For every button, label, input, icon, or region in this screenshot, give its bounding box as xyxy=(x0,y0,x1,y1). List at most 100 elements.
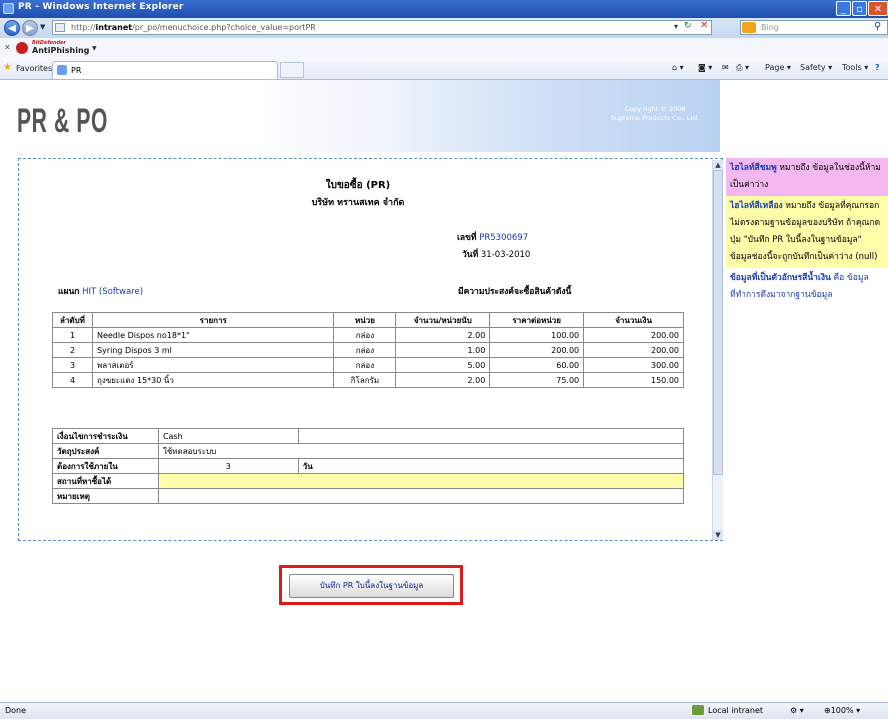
zone-label: Local intranet xyxy=(708,706,764,715)
table-row: 3 พลาสเตอร์ กล่อง 5.00 60.00 300.00 xyxy=(52,357,684,373)
tab-page-icon xyxy=(57,65,67,75)
pr-date-label: วันที่ xyxy=(462,250,479,260)
col-header-amount: จำนวนเงิน xyxy=(583,312,684,328)
items-header-row: ลำดับที่ รายการ หน่วย จำนวน/หน่วยนับ ราค… xyxy=(52,312,684,328)
document-title: ใบขอซื้อ (PR) xyxy=(325,180,391,191)
col-header-qty: จำนวน/หน่วยนับ xyxy=(395,312,491,328)
ie-icon xyxy=(3,3,14,14)
pr-date-value: 31-03-2010 xyxy=(480,250,531,260)
copyright-line1: Copy right © 2006 xyxy=(624,105,686,113)
pr-number-value: PR5300697 xyxy=(479,233,529,243)
refresh-icon[interactable]: ↻ xyxy=(684,21,692,31)
scroll-thumb[interactable] xyxy=(713,170,723,475)
legend-pink: ไฮไลท์สีชมพู หมายถึง ข้อมูลในช่องนี้ห้าม… xyxy=(726,158,888,196)
needed-value: 3 xyxy=(157,458,299,474)
table-row: 2 Syring Dispos 3 ml กล่อง 1.00 200.00 2… xyxy=(52,342,684,358)
page-icon xyxy=(55,23,65,32)
item-amount: 300.00 xyxy=(583,357,684,373)
tab-pr[interactable]: PR xyxy=(52,61,278,79)
status-bar: Done Local intranet ⚙ ▾ ⊕100% ▾ xyxy=(0,702,888,719)
close-icon[interactable]: ✕ xyxy=(868,1,888,16)
terms-row: เงื่อนไขการชำระเงิน Cash xyxy=(52,428,685,444)
url-prefix: http:// xyxy=(71,23,96,32)
protected-mode-icon[interactable]: ⚙ ▾ xyxy=(790,706,804,715)
table-row: 4 ถุงขยะแดง 15*30 นิ้ว กิโลกรัม 2.00 75.… xyxy=(52,372,684,388)
terms-spacer xyxy=(297,428,685,444)
source-value xyxy=(157,473,685,489)
safety-menu[interactable]: Safety ▾ xyxy=(800,63,832,72)
forward-icon[interactable]: ▶ xyxy=(22,20,38,36)
note-value xyxy=(157,488,685,504)
copyright: Copy right © 2006 Supreme Products Co., … xyxy=(590,105,720,123)
scroll-up-icon[interactable]: ▲ xyxy=(713,160,723,170)
item-qty: 2.00 xyxy=(395,372,491,388)
favorites-button[interactable]: Favorites xyxy=(16,64,52,73)
print-icon[interactable]: ⎙ ▾ xyxy=(736,63,749,73)
zoom-control[interactable]: ⊕100% ▾ xyxy=(824,706,860,715)
pr-number-label: เลขที่ xyxy=(457,233,477,243)
close-toolbar-icon[interactable]: ✕ xyxy=(4,43,11,52)
item-no: 4 xyxy=(52,372,93,388)
table-row: 1 Needle Dispos no18*1" กล่อง 2.00 100.0… xyxy=(52,327,684,343)
item-no: 2 xyxy=(52,342,93,358)
item-unit: กล่อง xyxy=(333,342,397,358)
search-box[interactable]: Bing xyxy=(740,20,888,35)
address-dropdown-icon[interactable]: ▾ xyxy=(674,22,678,31)
new-tab-button[interactable] xyxy=(280,62,304,78)
antiphishing-button[interactable]: AntiPhishing xyxy=(32,46,89,55)
minimize-icon[interactable]: _ xyxy=(836,1,851,16)
search-icon[interactable]: ⚲ xyxy=(874,21,881,32)
col-header-price: ราคาต่อหน่วย xyxy=(489,312,585,328)
home-icon[interactable]: ⌂ ▾ xyxy=(672,63,684,72)
col-header-item: รายการ xyxy=(91,312,335,328)
details-table: เงื่อนไขการชำระเงิน Cash วัตถุประสงค์ ใช… xyxy=(52,428,685,504)
department-value: HIT (Software) xyxy=(82,287,144,297)
status-text: Done xyxy=(5,706,27,715)
page-menu[interactable]: Page ▾ xyxy=(765,63,791,72)
item-qty: 1.00 xyxy=(395,342,491,358)
item-amount: 200.00 xyxy=(583,342,684,358)
items-table: ลำดับที่ รายการ หน่วย จำนวน/หน่วยนับ ราค… xyxy=(52,312,684,388)
antiphishing-dropdown-icon[interactable]: ▼ xyxy=(92,45,97,52)
stop-icon[interactable]: ✕ xyxy=(700,20,708,31)
address-toolbar: ◀ ▶ ▼ http://intranet/pr_po/menuchoice.p… xyxy=(0,18,888,38)
item-price: 75.00 xyxy=(489,372,585,388)
back-icon[interactable]: ◀ xyxy=(4,20,20,36)
copyright-line2: Supreme Products Co., Ltd. xyxy=(610,114,700,122)
note-row: หมายเหตุ xyxy=(52,488,685,504)
maximize-icon[interactable]: ▫ xyxy=(852,1,867,16)
purpose-value: ใช้ทดสอบระบบ xyxy=(157,443,685,459)
window-titlebar: PR - Windows Internet Explorer _ ▫ ✕ xyxy=(0,0,888,18)
item-name: Needle Dispos no18*1" xyxy=(91,327,335,343)
save-pr-button[interactable]: บันทึก PR ใบนี้ลงในฐานข้อมูล xyxy=(289,574,454,598)
item-qty: 2.00 xyxy=(395,327,491,343)
needed-row: ต้องการใช้ภายใน 3 วัน xyxy=(52,458,685,474)
item-price: 60.00 xyxy=(489,357,585,373)
item-price: 100.00 xyxy=(489,327,585,343)
legend-yellow-title: ไฮไลท์สีเหลือง xyxy=(730,201,783,211)
department: แผนก HIT (Software) xyxy=(58,284,143,298)
tools-menu-label: Tools xyxy=(842,63,862,72)
safety-menu-label: Safety xyxy=(800,63,826,72)
note-label: หมายเหตุ xyxy=(52,488,159,504)
tab-label: PR xyxy=(71,66,82,75)
address-bar[interactable]: http://intranet/pr_po/menuchoice.php?cho… xyxy=(52,20,712,35)
col-header-unit: หน่วย xyxy=(333,312,397,328)
source-label: สถานที่หาซื้อได้ xyxy=(52,473,159,489)
search-placeholder: Bing xyxy=(761,23,779,32)
tools-menu[interactable]: Tools ▾ xyxy=(842,63,868,72)
url-path: /pr_po/menuchoice.php?choice_value=portP… xyxy=(132,23,316,32)
favorites-star-icon[interactable]: ★ xyxy=(3,62,12,73)
intranet-icon xyxy=(692,705,704,715)
zoom-level: 100% xyxy=(830,706,854,715)
terms-label: เงื่อนไขการชำระเงิน xyxy=(52,428,159,444)
item-no: 1 xyxy=(52,327,93,343)
help-icon[interactable]: ? xyxy=(875,63,880,72)
purchase-intent: มีความประสงค์จะซื้อสินค้าดังนี้ xyxy=(458,287,572,297)
feeds-icon[interactable]: ◙ ▾ xyxy=(698,63,712,72)
scroll-down-icon[interactable]: ▼ xyxy=(713,530,723,540)
recent-pages-dropdown-icon[interactable]: ▼ xyxy=(40,23,45,31)
frame-scrollbar[interactable]: ▲ ▼ xyxy=(712,160,723,540)
window-title: PR - Windows Internet Explorer xyxy=(18,2,184,12)
mail-icon[interactable]: ✉ xyxy=(722,63,729,72)
